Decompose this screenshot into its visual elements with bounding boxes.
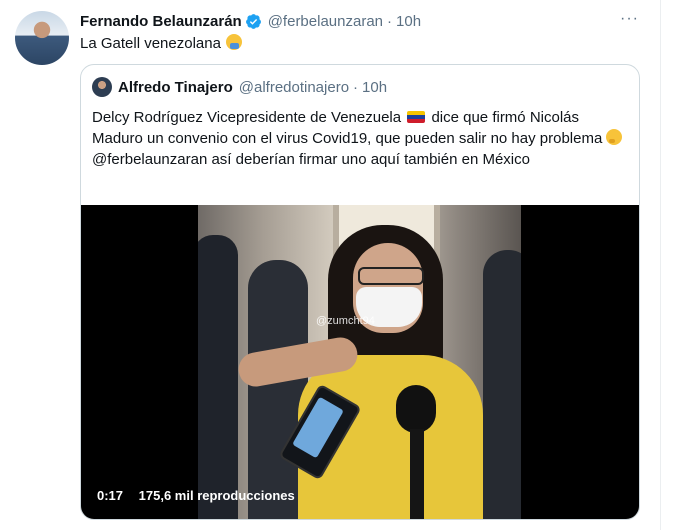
video-player[interactable]: @zumcht94 0:17 175,6 mil reproducciones: [81, 205, 639, 519]
quoted-separator-dot: ·: [353, 78, 359, 96]
author-name[interactable]: Fernando Belaunzarán: [80, 13, 242, 30]
video-view-count: 175,6 mil reproducciones: [138, 488, 295, 503]
thinking-face-icon: [606, 129, 623, 145]
author-handle[interactable]: @ferbelaunzaran: [268, 13, 383, 30]
quoted-tweet[interactable]: Alfredo Tinajero @alfredotinajero · 10h …: [80, 64, 640, 520]
verified-badge-icon: [245, 13, 261, 29]
separator-dot: ·: [387, 12, 393, 30]
quoted-text-part1: Delcy Rodríguez Vicepresidente de Venezu…: [92, 109, 402, 126]
facepalm-emoji-icon: [226, 34, 243, 50]
tweet[interactable]: Fernando Belaunzarán @ferbelaunzaran · 1…: [0, 0, 661, 530]
quoted-text: Delcy Rodríguez Vicepresidente de Venezu…: [92, 107, 627, 170]
more-options-icon[interactable]: ···: [620, 10, 639, 28]
quoted-author-avatar: [92, 77, 112, 97]
quoted-header: Alfredo Tinajero @alfredotinajero · 10h: [92, 77, 387, 97]
author-avatar[interactable]: [15, 11, 69, 65]
video-overlay-info: 0:17 175,6 mil reproducciones: [97, 488, 295, 503]
tweet-time[interactable]: 10h: [396, 13, 421, 30]
tweet-header: Fernando Belaunzarán @ferbelaunzaran · 1…: [80, 10, 421, 32]
video-watermark: @zumcht94: [316, 315, 375, 327]
quoted-author-name: Alfredo Tinajero: [118, 78, 233, 96]
tweet-text-content: La Gatell venezolana: [80, 35, 221, 52]
video-elapsed-time: 0:17: [97, 488, 124, 503]
tweet-text: La Gatell venezolana: [80, 34, 243, 52]
quoted-text-part3: @ferbelaunzaran así deberían firmar uno …: [92, 151, 530, 168]
quoted-author-handle: @alfredotinajero: [238, 78, 350, 96]
venezuela-flag-icon: [407, 111, 426, 123]
video-frame: @zumcht94: [198, 205, 521, 519]
quoted-time: 10h: [362, 78, 388, 96]
